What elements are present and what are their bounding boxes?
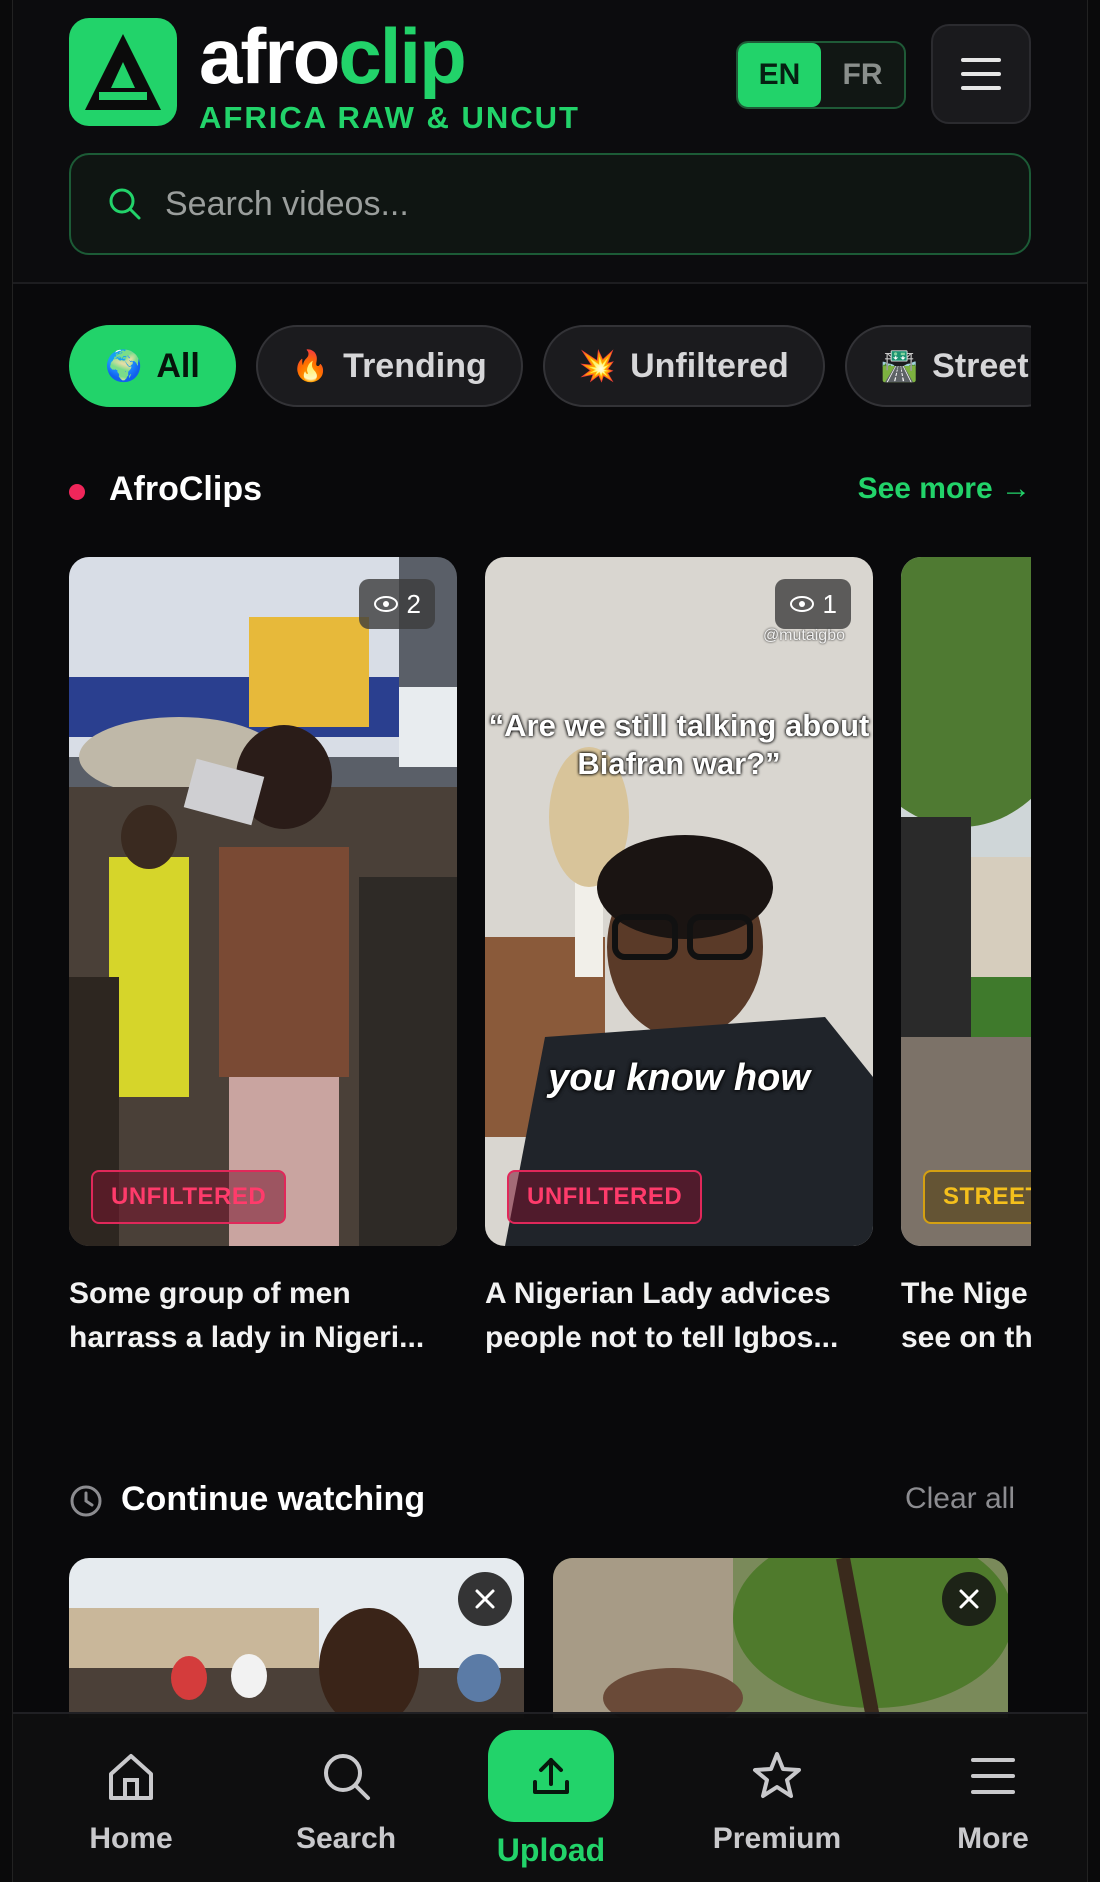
chip-label: Trending — [343, 346, 487, 385]
chip-unfiltered[interactable]: 💥 Unfiltered — [542, 325, 825, 407]
chip-label: Unfiltered — [630, 346, 789, 385]
nav-label-upload[interactable]: Upload — [451, 1832, 651, 1869]
category-badge: UNFILTERED — [507, 1170, 703, 1224]
video-title[interactable]: A Nigerian Lady advices people not to te… — [485, 1272, 873, 1360]
brand-name-part1: afro — [199, 12, 340, 100]
video-overlay-caption: you know how — [548, 1057, 810, 1099]
chip-label: All — [156, 346, 200, 385]
category-badge: UNFILTERED — [91, 1170, 287, 1224]
hamburger-menu-button[interactable] — [931, 24, 1031, 124]
language-toggle: EN FR — [736, 41, 906, 109]
remove-button[interactable] — [458, 1572, 512, 1626]
hamburger-icon — [961, 58, 1001, 90]
chip-all[interactable]: 🌍 All — [69, 325, 236, 407]
title-line: The Nige — [901, 1277, 1028, 1310]
video-thumbnail-image — [553, 1558, 1008, 1718]
category-badge: STREET — [923, 1170, 1031, 1224]
nav-premium[interactable]: Premium — [677, 1714, 877, 1882]
collision-emoji-icon: 💥 — [578, 349, 617, 383]
video-overlay-quote: “Are we still talking about Biafran war?… — [485, 707, 873, 783]
chip-street[interactable]: 🛣️ Street — [844, 325, 1031, 407]
nav-label: More — [957, 1822, 1029, 1855]
view-count-badge: 1 — [774, 579, 851, 629]
continue-watching-card[interactable] — [553, 1558, 1008, 1718]
chip-trending[interactable]: 🔥 Trending — [255, 325, 523, 407]
road-emoji-icon: 🛣️ — [880, 349, 919, 383]
bottom-navigation: Home Search Upload Premium More — [13, 1712, 1087, 1882]
eye-icon — [373, 596, 398, 612]
nav-more[interactable]: More — [893, 1714, 1087, 1882]
video-card[interactable]: 2 UNFILTERED Some group of men harrass a… — [69, 557, 457, 1360]
title-line: see on th — [901, 1321, 1031, 1354]
language-option-en[interactable]: EN — [738, 43, 821, 107]
view-count: 1 — [822, 588, 837, 619]
brand-tagline: AFRICA RAW & UNCUT — [199, 100, 580, 135]
chip-label: Street — [932, 346, 1029, 385]
video-title[interactable]: Some group of men harrass a lady in Nige… — [69, 1272, 457, 1360]
continue-watching-row — [69, 1558, 1031, 1718]
video-thumbnail-image — [69, 557, 457, 1246]
search-input[interactable] — [165, 184, 965, 224]
search-bar[interactable] — [69, 153, 1031, 255]
logo-icon[interactable] — [69, 18, 177, 126]
remove-button[interactable] — [942, 1572, 996, 1626]
brand-name-part2: clip — [338, 12, 466, 100]
category-chips: 🌍 All 🔥 Trending 💥 Unfiltered 🛣️ Street — [69, 325, 1031, 409]
video-thumbnail[interactable]: @mutaigbo “Are we still talking about Bi… — [485, 557, 873, 1246]
view-count: 2 — [406, 588, 421, 619]
video-thumbnail[interactable]: STREET — [901, 557, 1031, 1246]
quote-line: Biafran war?” — [577, 746, 781, 781]
quote-line: “Are we still talking about — [488, 708, 870, 743]
video-card[interactable]: STREET The Nige see on th — [901, 557, 1031, 1360]
home-icon — [109, 1754, 153, 1800]
header: afroclip AFRICA RAW & UNCUT EN FR — [13, 0, 1087, 284]
star-icon — [753, 1752, 801, 1798]
view-count-badge: 2 — [358, 579, 435, 629]
search-icon — [324, 1754, 370, 1800]
afroclips-header: AfroClips See more → — [69, 466, 1031, 516]
close-icon — [959, 1589, 979, 1609]
video-overlay-handle: @mutaigbo — [762, 627, 845, 644]
live-dot-icon — [69, 484, 85, 500]
search-icon — [109, 188, 141, 220]
nav-label: Search — [295, 1822, 397, 1855]
upload-icon — [533, 1758, 569, 1794]
video-thumbnail-image — [69, 1558, 524, 1718]
app-frame: afroclip AFRICA RAW & UNCUT EN FR 🌍 All 🔥 T… — [12, 0, 1088, 1882]
clock-icon — [70, 1485, 102, 1517]
continue-watching-card[interactable] — [69, 1558, 524, 1718]
nav-label: Home — [89, 1822, 173, 1855]
video-thumbnail-image — [901, 557, 1031, 1246]
afroclips-carousel: 2 UNFILTERED Some group of men harrass a… — [69, 557, 1031, 1367]
nav-search[interactable]: Search — [246, 1714, 446, 1882]
video-title[interactable]: The Nige see on th — [901, 1272, 1031, 1360]
close-icon — [475, 1589, 495, 1609]
globe-emoji-icon: 🌍 — [105, 349, 143, 383]
video-card[interactable]: @mutaigbo “Are we still talking about Bi… — [485, 557, 873, 1360]
video-thumbnail-image — [485, 557, 873, 1246]
video-thumbnail[interactable]: 2 UNFILTERED — [69, 557, 457, 1246]
clear-all-button[interactable]: Clear all — [905, 1482, 1015, 1516]
section-title: AfroClips — [109, 470, 262, 508]
eye-icon — [789, 596, 814, 612]
section-title: Continue watching — [121, 1480, 426, 1518]
nav-home[interactable]: Home — [31, 1714, 231, 1882]
upload-button[interactable] — [488, 1730, 614, 1822]
continue-watching-header: Continue watching Clear all — [69, 1478, 1031, 1528]
hamburger-icon — [971, 1758, 1015, 1794]
language-option-fr[interactable]: FR — [821, 43, 904, 107]
brand-name[interactable]: afroclip — [199, 8, 467, 104]
see-more-link[interactable]: See more → — [858, 472, 1031, 506]
fire-emoji-icon: 🔥 — [291, 349, 330, 383]
nav-label: Premium — [712, 1822, 842, 1855]
